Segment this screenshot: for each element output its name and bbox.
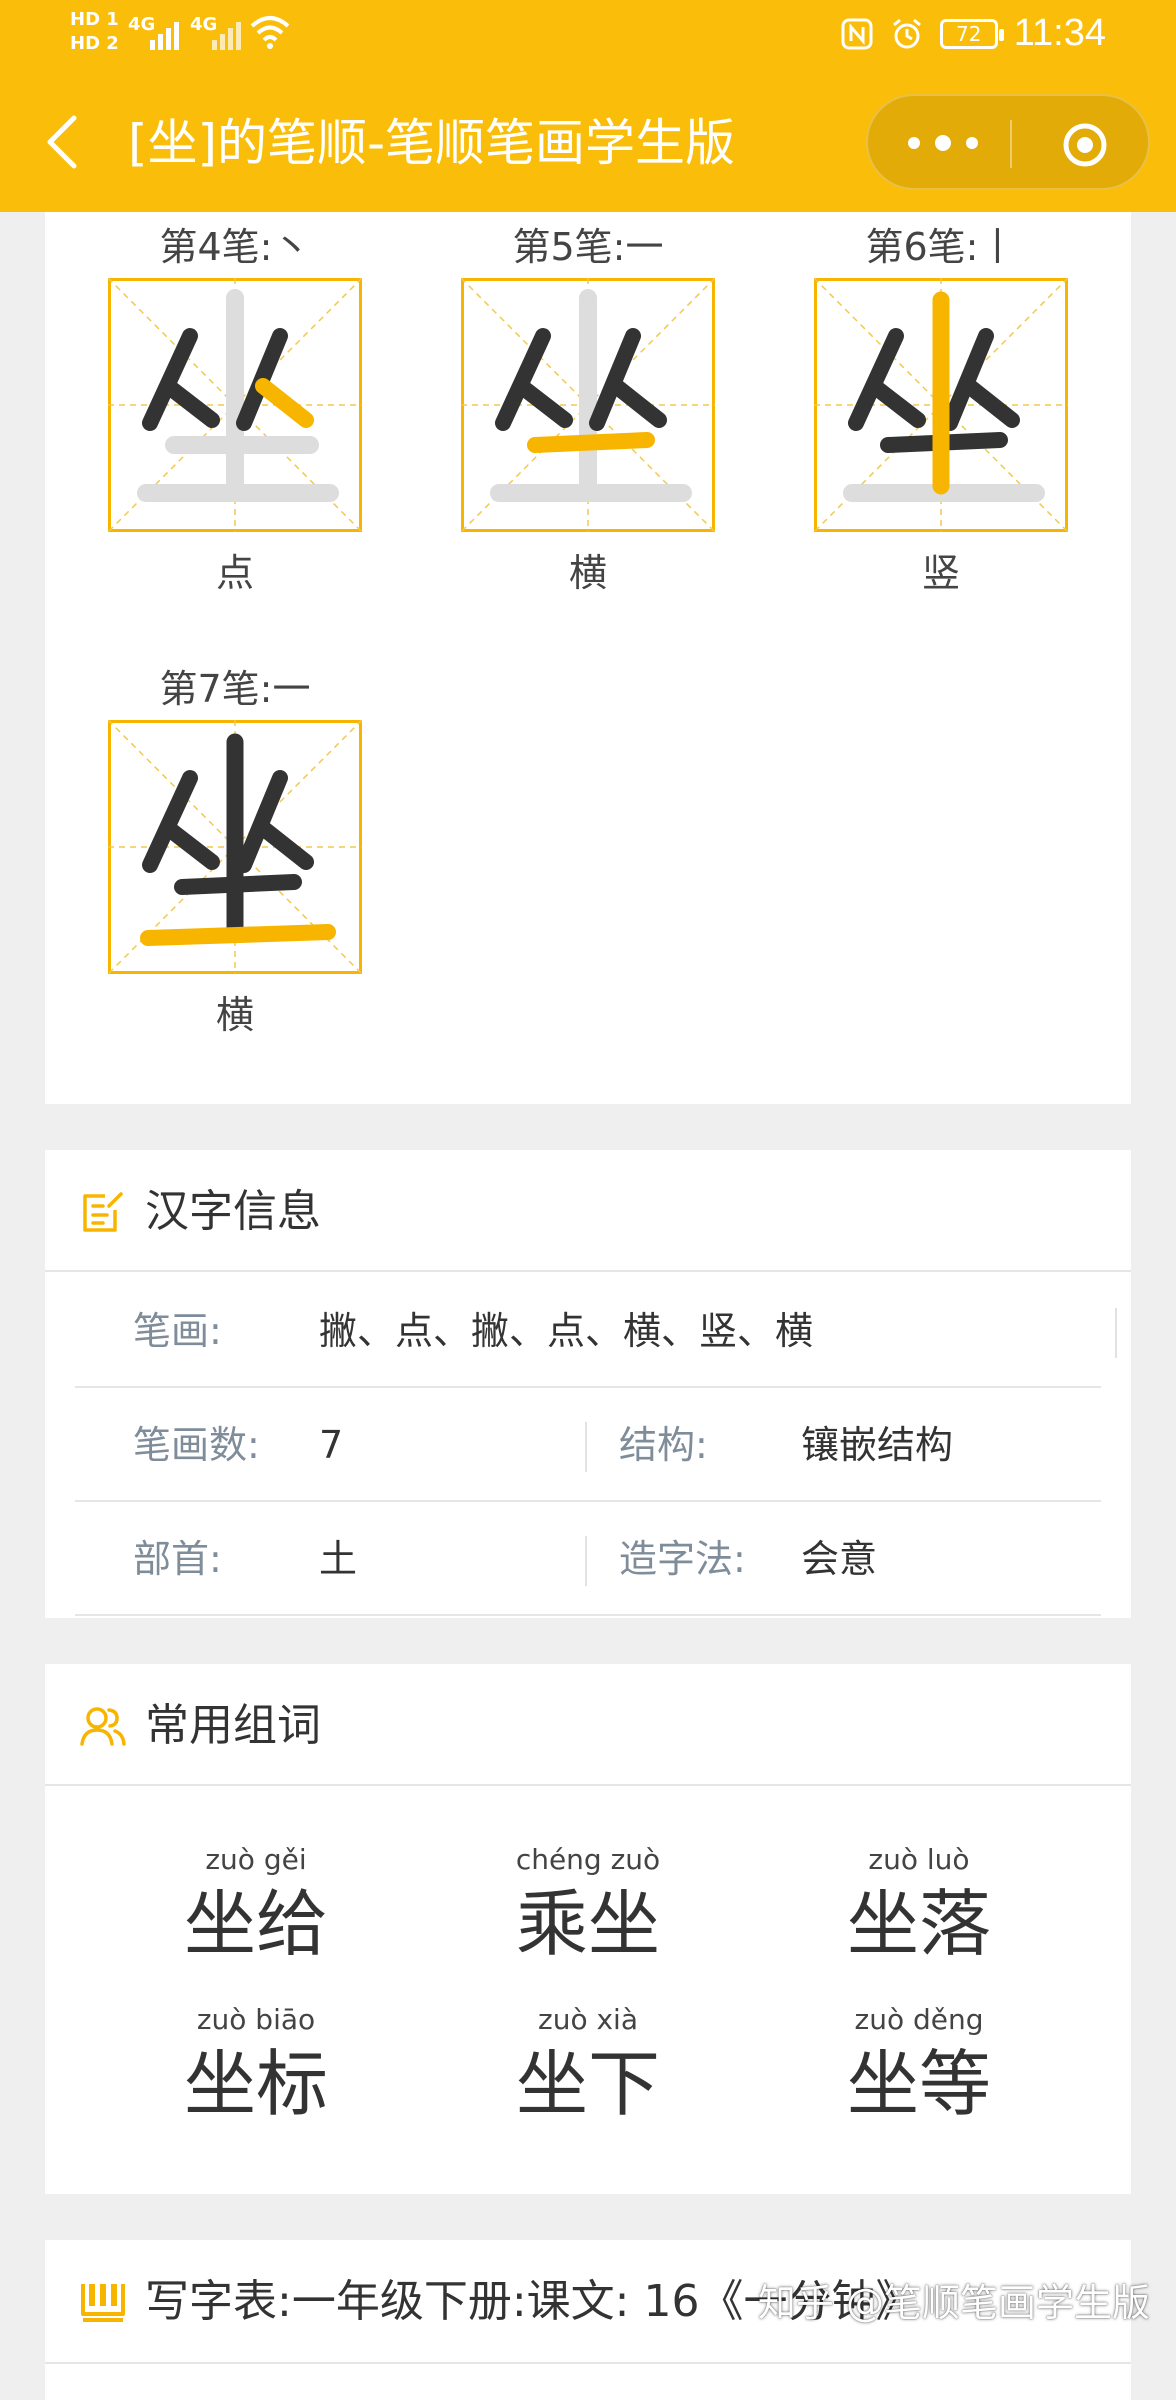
- stroke-name: 横: [568, 551, 607, 595]
- stroke-step-7: 第7笔:一 横: [108, 664, 362, 1040]
- back-arrow-icon[interactable]: [42, 112, 82, 172]
- word-pinyin: chéng zuò: [515, 1843, 661, 1876]
- wifi-icon: [250, 16, 290, 49]
- divider: [585, 1422, 587, 1472]
- stroke-grid-4: [108, 278, 362, 532]
- info-value: 镶嵌结构: [801, 1423, 954, 1467]
- info-value: 会意: [801, 1537, 878, 1581]
- section-title: 常用组词: [145, 1700, 321, 1751]
- battery-indicator: 72: [939, 18, 1004, 49]
- watermark: 知乎 @笔顺笔画学生版: [757, 2281, 1150, 2325]
- section-header: 常用组词: [45, 1664, 1131, 1786]
- stroke-order-card: 第4笔:丶 点 第5笔:一 横 第6笔:丨 竖 第7笔:一 横: [45, 212, 1131, 1104]
- book-icon: [81, 2284, 125, 2322]
- info-key: 笔画:: [133, 1309, 222, 1353]
- stroke-step-label: 第4笔:丶: [159, 225, 311, 269]
- edit-note-icon: [83, 1192, 123, 1232]
- word-pinyin: zuò gěi: [205, 1843, 307, 1876]
- word-pinyin: zuò biāo: [196, 2003, 316, 2036]
- signal-icon: [150, 20, 179, 50]
- users-icon: [80, 1707, 126, 1746]
- info-key: 笔画数:: [133, 1423, 260, 1467]
- page-title: [坐]的笔顺-笔顺笔画学生版: [128, 114, 736, 172]
- nfc-icon: [841, 18, 873, 49]
- word-text: 坐等: [846, 2042, 991, 2126]
- word-text: 坐落: [846, 1882, 991, 1966]
- status-bar: HD 1 HD 2 4G 4G 72 11:34: [0, 0, 1176, 76]
- word-text: 乘坐: [515, 1882, 660, 1966]
- word-pinyin: zuò děng: [854, 2003, 984, 2036]
- character-info-card: 汉字信息 笔画: 撇、点、撇、点、横、竖、横 笔画数: 7 结构: 镶嵌结构 部…: [45, 1150, 1131, 1618]
- word-item[interactable]: chéng zuò 乘坐: [438, 1842, 738, 1966]
- info-row-count: 笔画数: 7 结构: 镶嵌结构: [75, 1388, 1101, 1502]
- word-pinyin: zuò luò: [868, 1843, 970, 1876]
- info-key: 造字法:: [619, 1537, 746, 1581]
- stroke-grid-7: [108, 720, 362, 974]
- word-item[interactable]: zuò biāo 坐标: [106, 2002, 406, 2126]
- top-bar: HD 1 HD 2 4G 4G 72 11:34 [坐]的笔顺-笔顺笔画学生版: [0, 0, 1176, 212]
- close-program-icon[interactable]: [1060, 120, 1110, 170]
- word-text: 坐下: [515, 2042, 660, 2126]
- stroke-name: 点: [215, 551, 254, 595]
- stroke-grid-5: [461, 278, 715, 532]
- info-value: 撇、点、撇、点、横、竖、横: [319, 1309, 814, 1353]
- stroke-name: 横: [215, 993, 254, 1037]
- stroke-step-5: 第5笔:一 横: [461, 222, 715, 598]
- section-header: 汉字信息: [45, 1150, 1131, 1272]
- word-item[interactable]: zuò děng 坐等: [769, 2002, 1069, 2126]
- info-row-radical: 部首: 土 造字法: 会意: [75, 1502, 1101, 1616]
- stroke-step-4: 第4笔:丶 点: [108, 222, 362, 598]
- info-row-strokes: 笔画: 撇、点、撇、点、横、竖、横: [75, 1274, 1117, 1388]
- stroke-grid-6: [814, 278, 1068, 532]
- stroke-name: 竖: [921, 551, 960, 595]
- section-title: 汉字信息: [145, 1186, 321, 1237]
- info-key: 部首:: [133, 1537, 222, 1581]
- stroke-step-label: 第5笔:一: [512, 225, 664, 269]
- more-options-icon[interactable]: [908, 128, 978, 158]
- hd-indicator: HD 1 HD 2: [70, 9, 119, 54]
- common-words-card: 常用组词 zuò gěi 坐给 chéng zuò 乘坐 zuò luò 坐落 …: [45, 1664, 1131, 2194]
- capsule-divider: [1010, 120, 1012, 168]
- word-text: 坐标: [183, 2042, 328, 2126]
- info-value: 7: [319, 1423, 344, 1467]
- divider: [1115, 1308, 1117, 1358]
- info-value: 土: [319, 1537, 358, 1581]
- divider: [585, 1536, 587, 1586]
- stroke-step-label: 第7笔:一: [159, 667, 311, 711]
- word-item[interactable]: zuò xià 坐下: [438, 2002, 738, 2126]
- word-pinyin: zuò xià: [538, 2003, 638, 2036]
- alarm-icon: [892, 18, 921, 48]
- word-item[interactable]: zuò gěi 坐给: [106, 1842, 406, 1966]
- stroke-step-6: 第6笔:丨 竖: [814, 222, 1068, 598]
- info-key: 结构:: [619, 1423, 708, 1467]
- word-item[interactable]: zuò luò 坐落: [769, 1842, 1069, 1966]
- word-text: 坐给: [183, 1882, 328, 1966]
- mini-program-capsule: [866, 94, 1150, 190]
- stroke-step-label: 第6笔:丨: [865, 225, 1017, 269]
- signal-icon-2: [212, 20, 241, 50]
- clock: 11:34: [1013, 12, 1106, 54]
